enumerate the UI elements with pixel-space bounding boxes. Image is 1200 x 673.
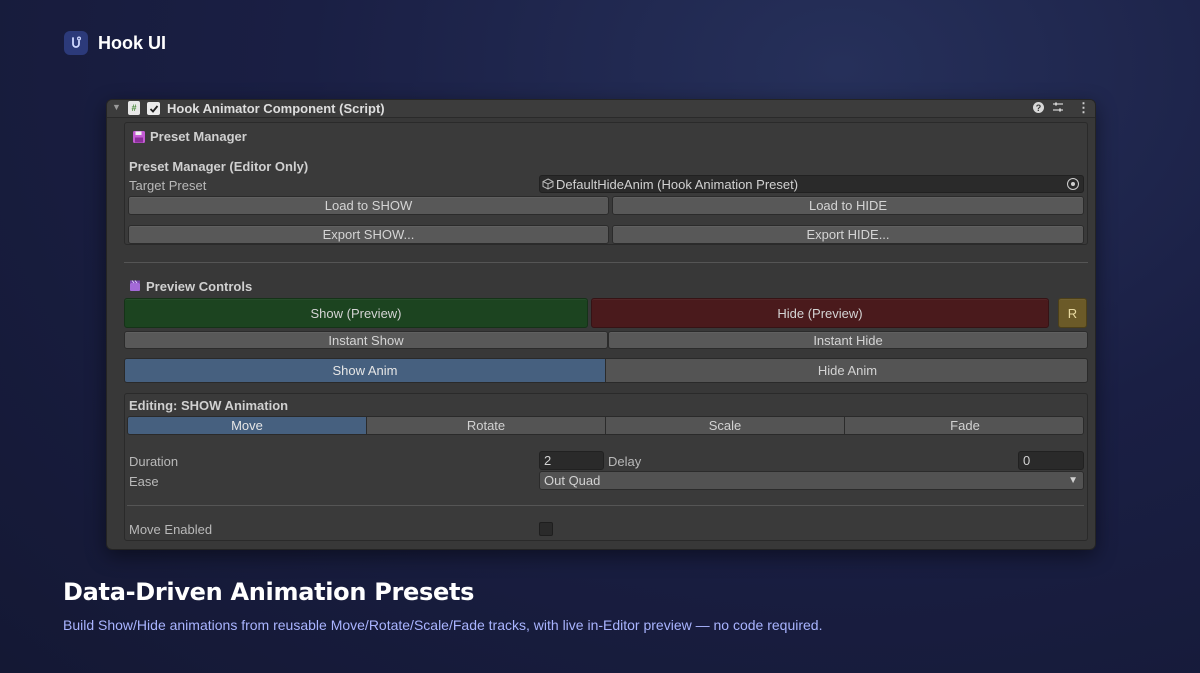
preview-controls-title: Preview Controls (146, 279, 253, 294)
object-picker-icon[interactable] (1067, 178, 1079, 190)
hero-subtitle: Build Show/Hide animations from reusable… (63, 617, 823, 633)
target-preset-value: DefaultHideAnim (Hook Animation Preset) (556, 176, 799, 192)
more-options-icon[interactable]: ⋮ (1077, 100, 1090, 116)
duration-label: Duration (129, 454, 179, 469)
reset-preview-button[interactable]: R (1058, 298, 1087, 328)
component-header[interactable]: ▼ # Hook Animator Component (Script) ? ⋮ (107, 100, 1095, 118)
section-divider (124, 262, 1088, 263)
tab-scale[interactable]: Scale (606, 417, 845, 434)
presets-icon[interactable] (1052, 101, 1064, 116)
chevron-down-icon: ▼ (1068, 475, 1078, 486)
brand-name: Hook UI (98, 32, 167, 53)
target-preset-field[interactable]: DefaultHideAnim (Hook Animation Preset) (539, 175, 1084, 193)
editing-heading: Editing: SHOW Animation (129, 398, 289, 413)
tab-show-anim[interactable]: Show Anim (125, 359, 606, 382)
ease-label: Ease (129, 474, 159, 489)
tab-hide-anim[interactable]: Hide Anim (606, 359, 1087, 382)
target-preset-label: Target Preset (129, 178, 207, 193)
preset-manager-subheading: Preset Manager (Editor Only) (129, 159, 309, 174)
instant-hide-button[interactable]: Instant Hide (608, 331, 1088, 349)
tab-rotate[interactable]: Rotate (367, 417, 606, 434)
load-to-show-button[interactable]: Load to SHOW (128, 196, 609, 215)
move-enabled-checkbox[interactable] (539, 522, 553, 536)
preset-asset-icon (542, 178, 554, 190)
show-preview-button[interactable]: Show (Preview) (124, 298, 588, 328)
move-enabled-label: Move Enabled (129, 522, 213, 537)
tab-move[interactable]: Move (128, 417, 367, 434)
floppy-disk-icon (132, 130, 146, 147)
hook-logo-icon (64, 31, 88, 55)
delay-label: Delay (608, 454, 642, 469)
component-enabled-checkbox[interactable] (147, 102, 160, 115)
anim-tabs: Show Anim Hide Anim (124, 358, 1088, 383)
editing-divider (127, 505, 1084, 506)
track-tabs: Move Rotate Scale Fade (127, 416, 1084, 435)
help-icon[interactable]: ? (1033, 102, 1044, 113)
tab-fade[interactable]: Fade (845, 417, 1083, 434)
clapperboard-icon (129, 279, 141, 295)
delay-input[interactable]: 0 (1018, 451, 1084, 470)
hero-title: Data-Driven Animation Presets (63, 578, 475, 606)
script-icon: # (128, 101, 140, 115)
duration-input[interactable]: 2 (539, 451, 604, 470)
ease-value: Out Quad (544, 473, 601, 488)
brand: Hook UI (64, 31, 166, 55)
preset-manager-title: Preset Manager (150, 129, 247, 144)
foldout-arrow-icon[interactable]: ▼ (112, 102, 121, 112)
ease-dropdown[interactable]: Out Quad ▼ (539, 471, 1084, 490)
load-to-hide-button[interactable]: Load to HIDE (612, 196, 1084, 215)
instant-show-button[interactable]: Instant Show (124, 331, 608, 349)
inspector-panel: ▼ # Hook Animator Component (Script) ? ⋮… (106, 99, 1096, 550)
component-title: Hook Animator Component (Script) (167, 101, 385, 116)
export-show-button[interactable]: Export SHOW... (128, 225, 609, 244)
export-hide-button[interactable]: Export HIDE... (612, 225, 1084, 244)
hide-preview-button[interactable]: Hide (Preview) (591, 298, 1049, 328)
